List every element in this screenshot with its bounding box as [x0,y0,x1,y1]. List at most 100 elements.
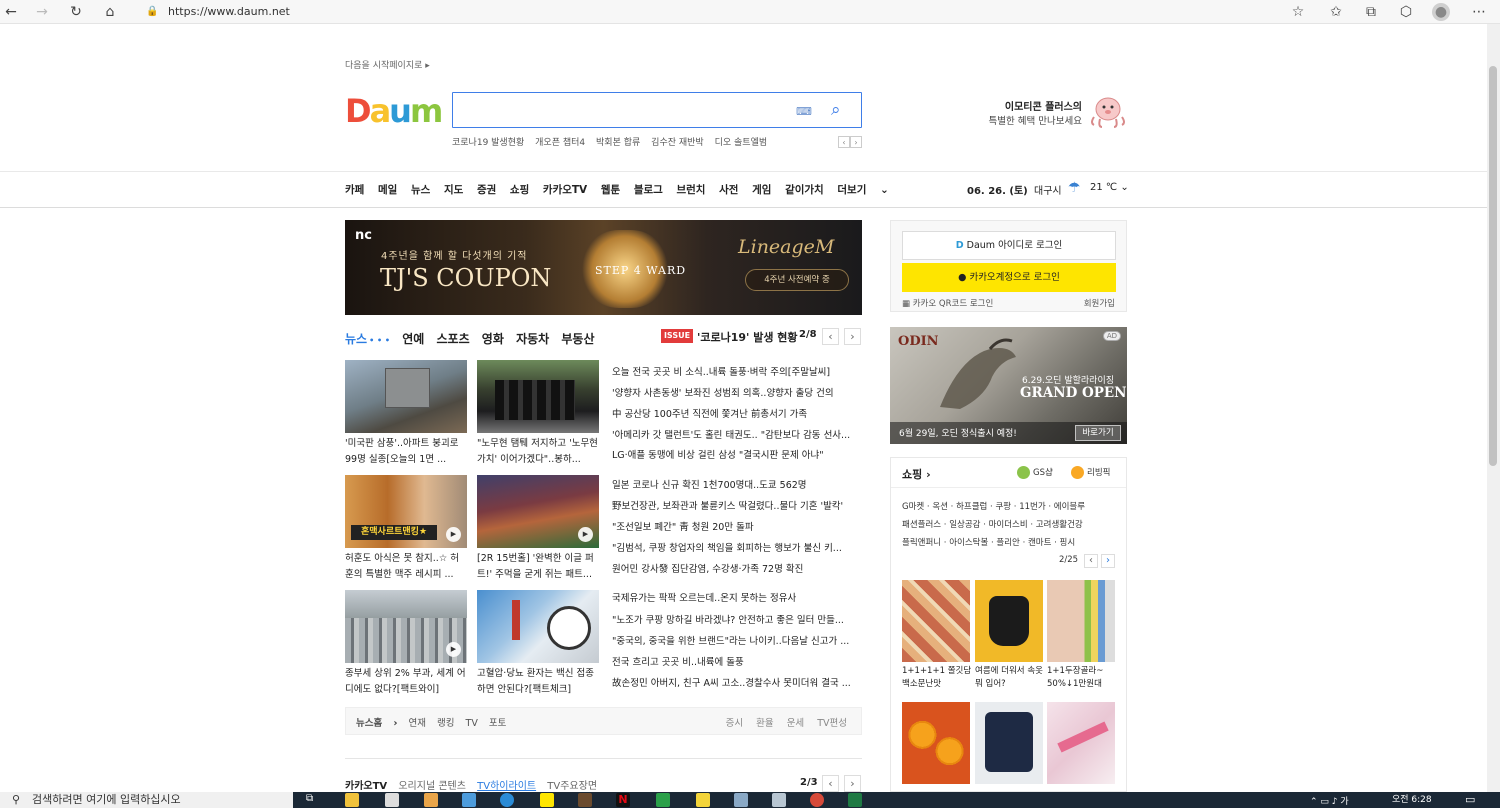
news-photo-link[interactable]: 포토 [489,718,506,729]
shopping-item-image[interactable] [902,580,970,662]
shopping-item-image[interactable] [975,702,1043,784]
calculator-icon[interactable] [734,793,748,807]
headline-link[interactable]: 전국 흐리고 곳곳 비..내륙에 돌풍 [612,654,862,668]
trend-prev-button[interactable]: ‹ [838,136,850,148]
kakao-login-button[interactable]: ● 카카오계정으로 로그인 [902,263,1116,292]
nav-item-shopping[interactable]: 쇼핑 [510,184,529,196]
nav-item-webtoon[interactable]: 웹툰 [601,184,620,196]
add-favorite-icon[interactable]: ☆ [1289,3,1307,21]
living-pick-link[interactable]: 리빙픽 [1071,466,1110,479]
address-bar[interactable]: 🔒 https://www.daum.net [140,3,1290,21]
trend-next-button[interactable]: › [850,136,862,148]
weather-temp[interactable]: 21 ℃ ⌄ [1090,182,1129,193]
daum-login-button[interactable]: D Daum 아이디로 로그인 [902,231,1116,260]
news-thumb-caption[interactable]: "노무현 탬퉤 저지하고 '노무현 가치' 이어가겠다"..봉하... [477,436,599,468]
nav-item-stock[interactable]: 증권 [477,184,496,196]
promo-title[interactable]: 이모티콘 플러스의 [990,98,1082,113]
issue-title[interactable]: '코로나19' 발생 현황 [697,329,798,345]
trend-item[interactable]: 박회본 합류 [596,138,640,148]
shopping-item-caption[interactable]: 여름에 더워서 속옷 뭐 입어? [975,665,1045,691]
tv-schedule-link[interactable]: TV편성 [817,718,847,729]
news-thumb-video[interactable]: ▶ [477,475,599,548]
scrollbar-thumb[interactable] [1489,66,1497,466]
nav-item-game[interactable]: 게임 [752,184,771,196]
kakaotalk-icon[interactable] [540,793,554,807]
excel-icon[interactable] [848,793,862,807]
tab-original[interactable]: 오리지널 콘텐츠 [398,781,466,792]
headline-link[interactable]: LG·애플 동맹에 비상 걸린 삼성 "결국시판 문제 아냐" [612,447,862,461]
shopping-item-image[interactable] [1047,580,1115,662]
shopping-item-image[interactable] [1047,702,1115,784]
news-thumb-caption[interactable]: '미국판 삼풍'..아파트 붕괴로 99명 실종[오늘의 1면 ... [345,436,467,468]
news-thumb-image[interactable] [345,360,467,433]
fortune-link[interactable]: 운세 [787,718,804,729]
tab-car[interactable]: 자동차 [516,332,549,346]
news-ranking-link[interactable]: 랭킹 [437,718,454,729]
news-prev-button[interactable]: ‹ [822,328,839,345]
headline-link[interactable]: "중국의, 중국을 위한 브랜드"라는 나이키..다음날 신고가 ... [612,633,862,647]
headline-link[interactable]: 野보건장관, 보좌관과 불륜키스 딱걸렸다..물다 기혼 '발칵' [612,498,862,512]
shopping-item-image[interactable] [975,580,1043,662]
shopping-next-button[interactable]: › [1101,554,1115,568]
kakaotv-title[interactable]: 카카오TV [345,781,387,792]
stock-link[interactable]: 증시 [726,718,743,729]
news-thumb-caption[interactable]: 허훈도 아식은 못 참지..☆ 허훈의 특별한 맥주 레시피 ... [345,551,467,583]
promo-subtitle[interactable]: 특별한 혜택 만나보세요 [970,113,1082,127]
headline-link[interactable]: "조선일보 폐간" 靑 청원 20만 돌파 [612,519,862,533]
news-thumb-video[interactable]: 혼맥사르트맨킹★ ▶ [345,475,467,548]
ad-go-button[interactable]: 바로가기 [1075,425,1121,441]
app-icon[interactable] [424,793,438,807]
search-input[interactable] [459,97,789,123]
headline-link[interactable]: '양향자 사촌동생' 보좌진 성범죄 의혹..양향자 출당 건의 [612,385,862,399]
profile-icon[interactable]: ● [1432,3,1450,21]
nav-item-mail[interactable]: 메일 [378,184,397,196]
task-view-icon[interactable]: ⧉ [306,793,320,807]
app-icon[interactable] [385,793,399,807]
shopping-partner-links[interactable]: 패션플러스 · 일상공감 · 마이더스비 · 고려생활건강 [902,518,1122,530]
trend-item[interactable]: 디오 솔트엘범 [715,138,768,148]
chrome-icon[interactable] [810,793,824,807]
file-explorer-icon[interactable] [345,793,359,807]
start-page-link[interactable]: 다음을 시작페이지로 ▸ [345,58,430,71]
kakaotv-next-button[interactable]: › [844,775,861,792]
news-next-button[interactable]: › [844,328,861,345]
edge-icon[interactable] [500,793,514,807]
headline-link[interactable]: "김범석, 쿠팡 창업자의 책임을 회피하는 행보가 불신 키... [612,540,862,554]
play-icon[interactable]: ▶ [446,527,461,542]
headline-link[interactable]: 故손정민 아버지, 친구 A씨 고소..경찰수사 못미더워 결국 ... [612,675,862,689]
shopping-item-caption[interactable]: 1+1+1+1 쫄깃담백소문난맛 [902,665,972,691]
home-icon[interactable]: ⌂ [101,3,119,21]
keyboard-icon[interactable]: ⌨ [796,105,812,118]
search-icon[interactable]: ⌕ [831,100,841,120]
nav-item-dictionary[interactable]: 사전 [719,184,738,196]
nav-item-kakaotv[interactable]: 카카오TV [543,184,587,196]
headline-link[interactable]: '아메리카 갓 탤런트'도 홀린 태권도.. "감탄보다 감동 선사... [612,427,862,441]
nav-item-more[interactable]: 더보기 ⌄ [837,184,898,196]
refresh-icon[interactable]: ↻ [67,3,85,21]
play-icon[interactable]: ▶ [578,527,593,542]
notification-icon[interactable]: ▭ [1465,793,1475,806]
nav-item-news[interactable]: 뉴스 [411,184,430,196]
weather-city[interactable]: 대구시 [1034,182,1062,197]
kakaotv-prev-button[interactable]: ‹ [822,775,839,792]
collections-icon[interactable]: ⧉ [1362,3,1380,21]
shopping-prev-button[interactable]: ‹ [1084,554,1098,568]
qr-login-link[interactable]: ▦ 카카오 QR코드 로그인 [902,297,993,309]
trend-item[interactable]: 코로나19 발생현황 [452,138,524,148]
netflix-icon[interactable]: N [616,793,630,807]
tab-sports[interactable]: 스포츠 [436,332,469,346]
headline-link[interactable]: 일본 코로나 신규 확진 1천700명대..도쿄 562명 [612,477,862,491]
news-series-link[interactable]: 연재 [409,718,426,729]
tab-news[interactable]: 뉴스 [345,332,367,346]
gs-shop-link[interactable]: GS샵 [1017,466,1053,479]
taskbar-search[interactable]: ⚲ 검색하려면 여기에 입력하십시오 [0,792,293,808]
daum-logo[interactable]: Daum [345,94,443,128]
headline-link[interactable]: 오늘 전국 곳곳 비 소식..내륙 돌풍·벼락 주의[주말날씨] [612,364,862,378]
tab-movie[interactable]: 영화 [482,332,504,346]
news-thumb-image[interactable] [477,360,599,433]
trend-item[interactable]: 김수잔 재반박 [651,138,704,148]
shopping-item-caption[interactable]: 1+1두장골라~ 50%↓1만원대 [1047,665,1117,691]
news-thumb-image[interactable] [477,590,599,663]
exchange-link[interactable]: 환율 [756,718,773,729]
nav-item-brunch[interactable]: 브런치 [676,184,705,196]
